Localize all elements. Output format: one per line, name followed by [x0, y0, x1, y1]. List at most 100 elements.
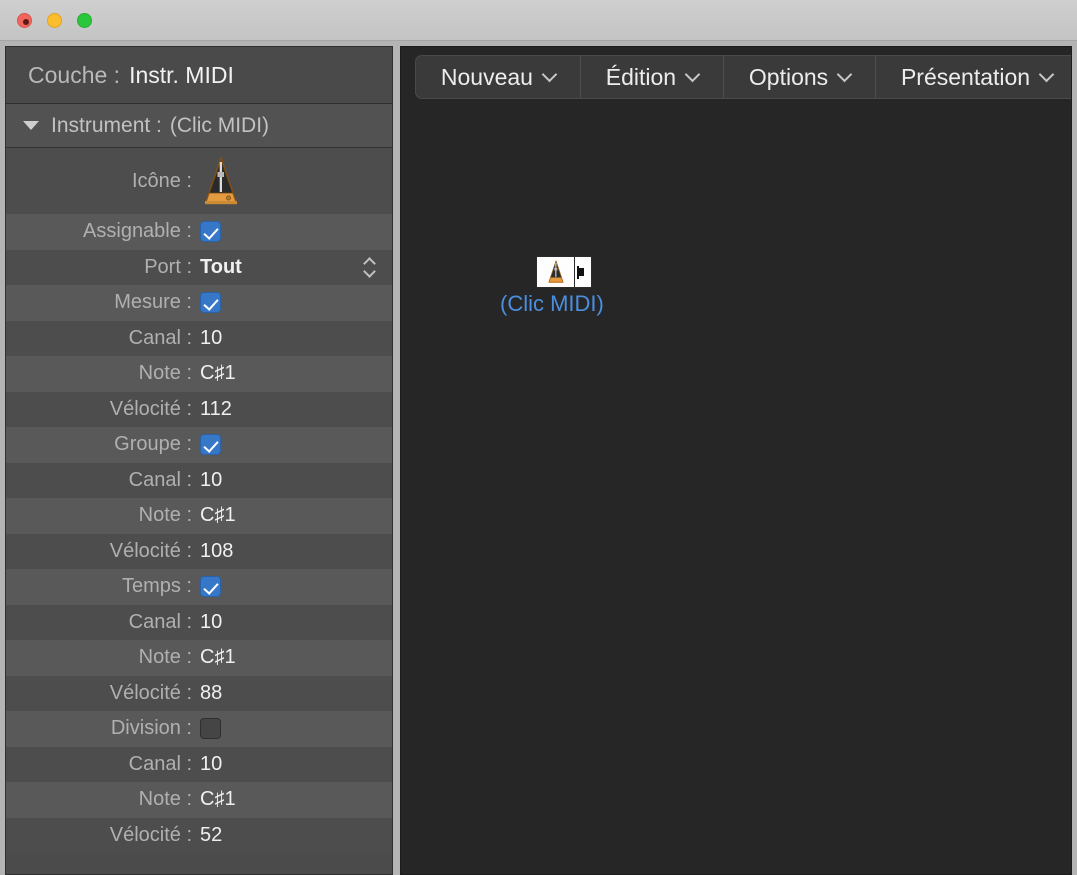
instrument-section-header[interactable]: Instrument : (Clic MIDI): [6, 104, 392, 148]
parameter-value[interactable]: C♯1: [200, 504, 236, 527]
parameter-value[interactable]: 112: [200, 398, 232, 421]
checkbox-unchecked-icon[interactable]: [200, 718, 221, 740]
parameter-label: Vélocité :: [109, 681, 192, 704]
menu-button-label: Nouveau: [440, 63, 533, 90]
metronome-icon: [200, 155, 242, 208]
menu-button-prsentation[interactable]: Présentation: [876, 56, 1071, 98]
checkbox-checked-icon[interactable]: [200, 434, 221, 456]
parameter-value[interactable]: 10: [200, 753, 222, 776]
minimize-button[interactable]: [47, 13, 62, 28]
parameter-label: Vélocité :: [109, 823, 192, 846]
parameter-row[interactable]: Icône :: [6, 149, 392, 214]
instrument-section-value: (Clic MIDI): [169, 113, 270, 137]
parameter-row[interactable]: Canal : 10: [6, 746, 392, 782]
parameter-row[interactable]: Note : C♯1: [6, 356, 392, 392]
layer-label: Couche :: [28, 61, 121, 88]
chevron-down-icon: [541, 66, 558, 82]
checkbox-checked-icon[interactable]: [200, 576, 221, 598]
object-label: (Clic MIDI): [500, 291, 604, 316]
parameter-row[interactable]: Mesure :: [6, 285, 392, 321]
parameter-value[interactable]: 10: [200, 611, 222, 634]
parameter-label: Canal :: [128, 610, 192, 633]
parameter-value[interactable]: 88: [200, 682, 222, 705]
close-button[interactable]: [17, 13, 32, 28]
chevron-down-icon: [1038, 66, 1055, 82]
checkbox-checked-icon[interactable]: [200, 292, 221, 314]
window-titlebar: [0, 0, 1077, 41]
menu-button-label: Édition: [605, 63, 677, 90]
canvas-menubar: Nouveau Édition Options Présentation: [401, 47, 1071, 105]
parameter-popup-value[interactable]: Tout: [200, 256, 242, 279]
parameter-row[interactable]: Vélocité : 52: [6, 817, 392, 853]
instrument-inspector-panel: Couche : Instr. MIDI Instrument : (Clic …: [5, 46, 393, 875]
menu-button-nouveau[interactable]: Nouveau: [416, 56, 581, 98]
parameter-row[interactable]: Canal : 10: [6, 462, 392, 498]
parameter-value[interactable]: C♯1: [200, 646, 236, 669]
parameter-row[interactable]: Note : C♯1: [6, 498, 392, 534]
parameter-row[interactable]: Vélocité : 108: [6, 533, 392, 569]
parameter-row[interactable]: Canal : 10: [6, 604, 392, 640]
canvas-object-clic-midi[interactable]: (Clic MIDI): [500, 256, 686, 317]
parameter-value[interactable]: C♯1: [200, 788, 236, 811]
parameter-row[interactable]: Canal : 10: [6, 320, 392, 356]
parameter-label: Icône :: [131, 170, 192, 192]
parameter-label: Note :: [138, 362, 192, 385]
parameter-label: Vélocité :: [109, 539, 192, 562]
metronome-icon: [547, 260, 564, 283]
parameter-checkbox[interactable]: [200, 434, 221, 456]
parameter-value[interactable]: 52: [200, 824, 222, 847]
layer-header[interactable]: Couche : Instr. MIDI: [6, 47, 392, 104]
menu-button-group: Nouveau Édition Options Présentation: [415, 55, 1071, 99]
parameter-checkbox[interactable]: [200, 292, 221, 314]
parameter-value[interactable]: 10: [200, 327, 222, 350]
disclosure-triangle-icon[interactable]: [23, 121, 39, 130]
parameter-label: Groupe :: [114, 433, 192, 456]
checkbox-checked-icon[interactable]: [200, 221, 221, 243]
parameter-label: Mesure :: [114, 291, 192, 314]
parameter-checkbox[interactable]: [200, 718, 221, 740]
window-content: Couche : Instr. MIDI Instrument : (Clic …: [0, 41, 1077, 875]
instrument-icon-well[interactable]: [200, 155, 242, 208]
menu-button-dition[interactable]: Édition: [581, 56, 724, 98]
parameter-label: Assignable :: [83, 220, 192, 243]
environment-canvas-pane: Nouveau Édition Options Présentation (Cl…: [400, 46, 1072, 875]
parameter-value[interactable]: C♯1: [200, 362, 236, 385]
parameter-label: Port :: [144, 255, 192, 278]
parameter-label: Canal :: [128, 752, 192, 775]
layer-value: Instr. MIDI: [129, 61, 234, 88]
chevron-down-icon: [684, 66, 701, 82]
parameter-label: Note :: [138, 646, 192, 669]
object-box[interactable]: [536, 256, 592, 288]
object-icon-cell: [537, 257, 575, 287]
parameter-label: Canal :: [128, 326, 192, 349]
zoom-button[interactable]: [77, 13, 92, 28]
parameter-row[interactable]: Groupe :: [6, 427, 392, 463]
chevron-down-icon: [836, 66, 853, 82]
menu-button-label: Options: [748, 63, 829, 90]
parameter-row[interactable]: Vélocité : 112: [6, 391, 392, 427]
object-output-cell[interactable]: [575, 257, 591, 287]
menu-button-options[interactable]: Options: [724, 56, 877, 98]
parameter-label: Division :: [110, 717, 192, 740]
menu-button-label: Présentation: [900, 63, 1031, 90]
parameter-row[interactable]: Assignable :: [6, 214, 392, 250]
parameter-checkbox[interactable]: [200, 576, 221, 598]
parameter-checkbox[interactable]: [200, 221, 221, 243]
parameter-row[interactable]: Port : Tout: [6, 249, 392, 285]
stepper-arrows-icon[interactable]: [364, 255, 378, 279]
parameter-row[interactable]: Note : C♯1: [6, 782, 392, 818]
parameter-row[interactable]: Temps :: [6, 569, 392, 605]
parameter-rows: Icône : Assignable : Port : Tout Mesure : Can…: [6, 149, 392, 874]
parameter-row[interactable]: Division :: [6, 711, 392, 747]
parameter-value[interactable]: 10: [200, 469, 222, 492]
parameter-label: Vélocité :: [109, 397, 192, 420]
parameter-label: Canal :: [128, 468, 192, 491]
instrument-section-label: Instrument :: [51, 113, 162, 137]
parameter-label: Note :: [138, 504, 192, 527]
app-window: Couche : Instr. MIDI Instrument : (Clic …: [0, 0, 1077, 875]
parameter-label: Temps :: [121, 575, 192, 598]
parameter-value[interactable]: 108: [200, 540, 233, 563]
parameter-row[interactable]: Note : C♯1: [6, 640, 392, 676]
parameter-label: Note :: [138, 788, 192, 811]
parameter-row[interactable]: Vélocité : 88: [6, 675, 392, 711]
